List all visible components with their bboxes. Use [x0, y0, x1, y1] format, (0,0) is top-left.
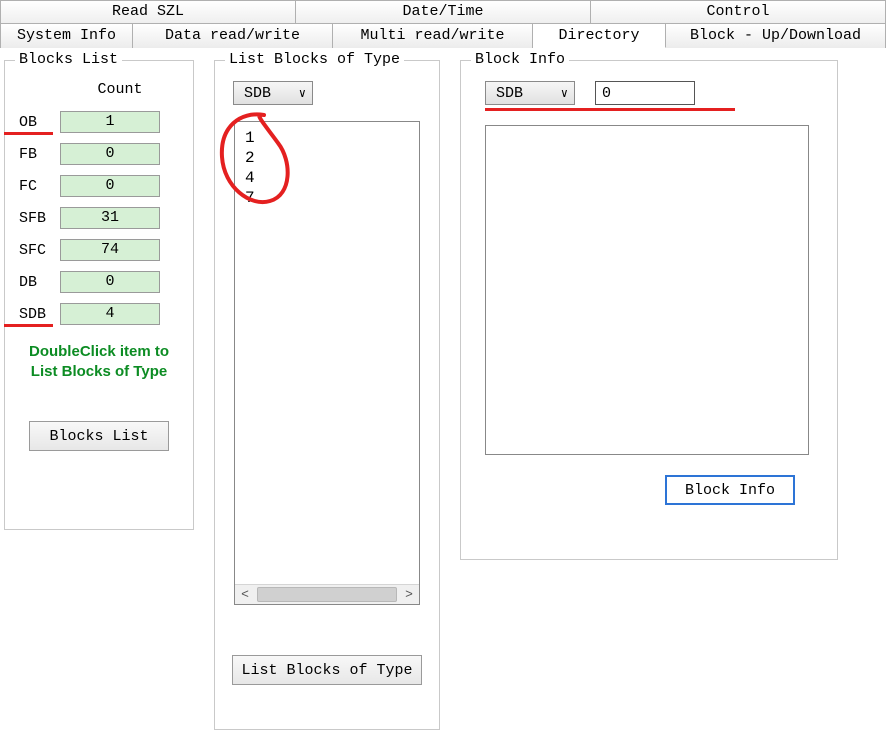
blocks-count: 1 — [60, 111, 160, 133]
block-info-output[interactable] — [485, 125, 809, 455]
block-type-select-value: SDB — [244, 85, 271, 102]
groupbox-title-blocks-list: Blocks List — [15, 51, 122, 68]
blocks-list-button[interactable]: Blocks List — [29, 421, 169, 451]
list-item[interactable]: 7 — [245, 188, 415, 208]
groupbox-list-blocks-of-type: List Blocks of Type SDB ∨ 1 2 4 7 < > — [214, 60, 440, 730]
groupbox-blocks-list: Blocks List Count OB 1 FB 0 FC 0 SFB 31 … — [4, 60, 194, 530]
blocks-row-sfb[interactable]: SFB 31 — [15, 206, 183, 230]
tab-system-info[interactable]: System Info — [0, 23, 133, 48]
scroll-right-icon[interactable]: > — [399, 585, 419, 604]
tab-directory[interactable]: Directory — [533, 23, 666, 48]
blocks-label: FC — [15, 178, 60, 195]
tab-date-time[interactable]: Date/Time — [296, 0, 591, 23]
scroll-thumb[interactable] — [257, 587, 397, 602]
blocks-count: 0 — [60, 143, 160, 165]
tab-read-szl[interactable]: Read SZL — [0, 0, 296, 23]
blocks-label: SDB — [15, 306, 60, 323]
annotation-underline-ob — [4, 132, 53, 135]
annotation-underline-sdb — [4, 324, 53, 327]
tab-block-up-download[interactable]: Block - Up/Download — [666, 23, 886, 48]
annotation-underline-block-info — [485, 108, 735, 111]
tab-multi-read-write[interactable]: Multi read/write — [333, 23, 533, 48]
hint-doubleclick: DoubleClick item to List Blocks of Type — [24, 342, 174, 381]
block-info-button[interactable]: Block Info — [665, 475, 795, 505]
list-item[interactable]: 2 — [245, 148, 415, 168]
blocks-label: SFB — [15, 210, 60, 227]
list-blocks-of-type-button[interactable]: List Blocks of Type — [232, 655, 422, 685]
groupbox-title-list-blocks: List Blocks of Type — [225, 51, 404, 68]
blocks-count: 74 — [60, 239, 160, 261]
blocks-row-fc[interactable]: FC 0 — [15, 174, 183, 198]
block-info-type-value: SDB — [496, 85, 523, 102]
scroll-left-icon[interactable]: < — [235, 585, 255, 604]
blocks-count: 4 — [60, 303, 160, 325]
tab-control[interactable]: Control — [591, 0, 886, 23]
blocks-count: 31 — [60, 207, 160, 229]
blocks-row-fb[interactable]: FB 0 — [15, 142, 183, 166]
block-info-type-select[interactable]: SDB ∨ — [485, 81, 575, 105]
block-number-listbox[interactable]: 1 2 4 7 — [234, 121, 420, 605]
blocks-count: 0 — [60, 271, 160, 293]
blocks-label: FB — [15, 146, 60, 163]
blocks-row-sfc[interactable]: SFC 74 — [15, 238, 183, 262]
blocks-label: SFC — [15, 242, 60, 259]
block-type-select[interactable]: SDB ∨ — [233, 81, 313, 105]
count-header: Count — [70, 81, 170, 98]
list-item[interactable]: 1 — [245, 128, 415, 148]
blocks-label: DB — [15, 274, 60, 291]
block-number-input[interactable] — [595, 81, 695, 105]
groupbox-title-block-info: Block Info — [471, 51, 569, 68]
chevron-down-icon: ∨ — [299, 86, 306, 101]
chevron-down-icon: ∨ — [561, 86, 568, 101]
horizontal-scrollbar[interactable]: < > — [235, 584, 419, 604]
blocks-count: 0 — [60, 175, 160, 197]
blocks-row-db[interactable]: DB 0 — [15, 270, 183, 294]
blocks-row-ob[interactable]: OB 1 — [15, 110, 183, 134]
tab-data-read-write[interactable]: Data read/write — [133, 23, 333, 48]
blocks-row-sdb[interactable]: SDB 4 — [15, 302, 183, 326]
groupbox-block-info: Block Info SDB ∨ Block Info — [460, 60, 838, 560]
blocks-label: OB — [15, 114, 60, 131]
list-item[interactable]: 4 — [245, 168, 415, 188]
